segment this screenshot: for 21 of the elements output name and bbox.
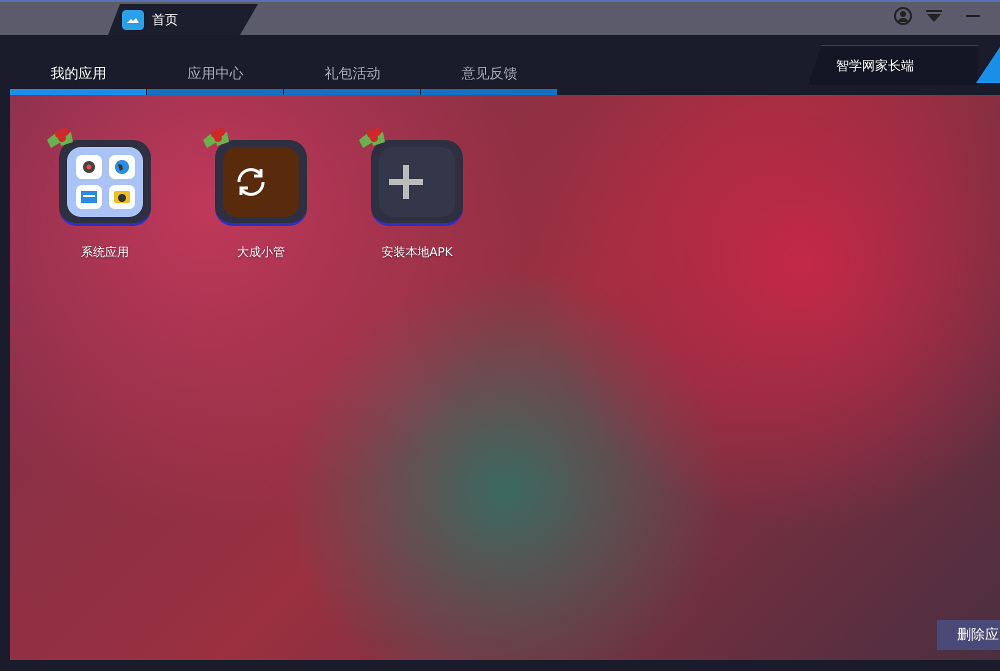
nav-tab[interactable]: 应用中心 <box>188 65 244 83</box>
plus-icon <box>379 146 455 216</box>
delete-app-button[interactable]: 删除应 <box>937 620 1000 650</box>
nav-tab[interactable]: 意见反馈 <box>462 65 518 83</box>
nav-tab[interactable]: 我的应用 <box>50 65 106 83</box>
home-logo-icon <box>122 10 144 30</box>
parent-client-link[interactable]: 智学网家长端 <box>808 45 978 85</box>
user-icon[interactable] <box>894 7 912 25</box>
home-tab[interactable]: 首页 <box>108 4 258 35</box>
app-tile[interactable] <box>59 140 151 226</box>
app-tile[interactable] <box>371 140 463 226</box>
minimize-icon[interactable] <box>966 14 980 18</box>
app-tile[interactable] <box>215 140 307 226</box>
nav-tab[interactable]: 礼包活动 <box>324 65 380 83</box>
app-label: 安装本地APK <box>381 244 453 261</box>
dropdown-icon[interactable] <box>926 10 942 22</box>
app-label: 系统应用 <box>81 244 129 261</box>
system-apps-folder-icon <box>67 146 143 216</box>
corner-triangle-icon <box>976 47 1000 83</box>
app-label: 大成小管 <box>237 244 285 261</box>
sync-app-icon <box>223 146 299 216</box>
